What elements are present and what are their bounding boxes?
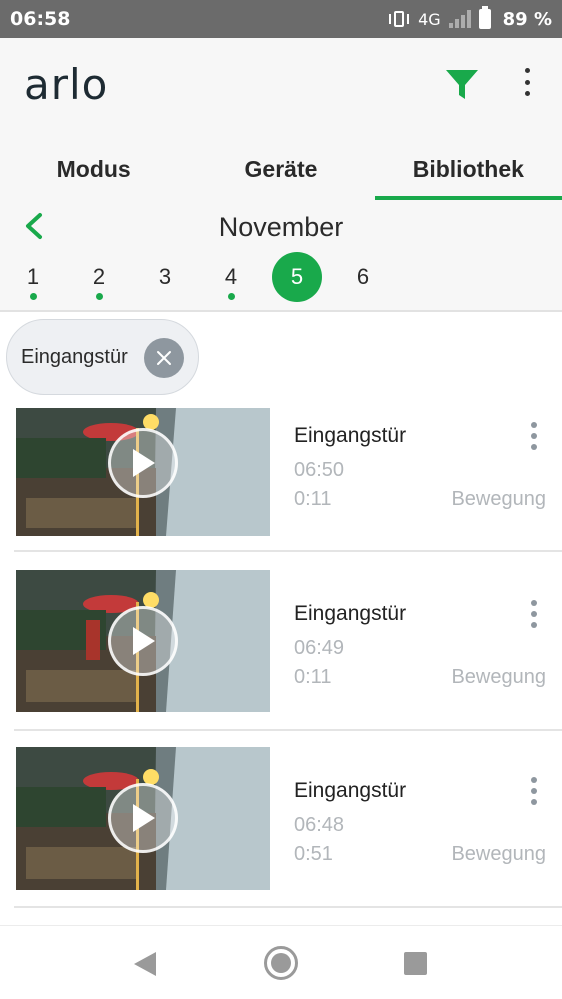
clip-type: Bewegung — [451, 843, 546, 865]
day-5[interactable]: 5 — [272, 252, 322, 302]
play-icon[interactable] — [108, 606, 178, 676]
clip-thumbnail[interactable] — [16, 408, 270, 536]
clip-duration: 0:11 — [294, 488, 332, 510]
day-3[interactable]: 3 — [140, 252, 190, 302]
system-nav-bar — [0, 925, 562, 999]
clip-time: 06:50 — [294, 459, 345, 481]
clip-duration: 0:51 — [294, 843, 333, 865]
divider — [14, 550, 562, 552]
day-1[interactable]: 1 — [8, 252, 58, 302]
tab-bar: Modus Geräte Bibliothek — [0, 138, 562, 200]
recording-dot — [30, 293, 37, 300]
day-label: 6 — [356, 264, 370, 289]
day-selector: 1 2 3 4 5 6 — [0, 252, 562, 304]
vibrate-icon — [388, 10, 410, 28]
day-6[interactable]: 6 — [338, 252, 388, 302]
network-type: 4G — [418, 9, 441, 29]
battery-icon — [478, 6, 491, 29]
day-label: 2 — [92, 264, 106, 289]
status-icons: 4G 89 % — [388, 6, 552, 30]
tab-bibliothek[interactable]: Bibliothek — [374, 138, 562, 200]
chip-label: Eingangstür — [21, 345, 128, 368]
divider — [14, 906, 562, 908]
day-label: 3 — [158, 264, 172, 289]
day-label: 1 — [26, 264, 40, 289]
day-label: 4 — [224, 264, 238, 289]
status-bar: 06:58 4G 89 % — [0, 0, 562, 38]
tab-modus[interactable]: Modus — [0, 138, 187, 200]
app-header: arlo Modus Geräte Bibliothek — [0, 38, 562, 200]
clip-thumbnail[interactable] — [16, 747, 270, 890]
month-title: November — [218, 212, 344, 242]
signal-icon — [448, 10, 471, 28]
clip-device-name: Eingangstür — [294, 602, 407, 625]
clip-thumbnail[interactable] — [16, 570, 270, 712]
nav-back-icon[interactable] — [134, 952, 156, 976]
day-label: 5 — [290, 264, 304, 289]
clip-more-icon[interactable] — [528, 422, 540, 450]
nav-recent-icon[interactable] — [404, 952, 427, 975]
clip-time: 06:49 — [294, 637, 345, 659]
recording-dot — [228, 293, 235, 300]
recording-dot — [96, 293, 103, 300]
clip-type: Bewegung — [451, 666, 546, 688]
clip-device-name: Eingangstür — [294, 779, 407, 802]
calendar-strip: November 1 2 3 4 5 6 — [0, 200, 562, 312]
device-filter-chip[interactable]: Eingangstür — [6, 319, 199, 395]
divider — [14, 729, 562, 731]
more-options-icon[interactable] — [518, 66, 536, 98]
nav-home-icon[interactable] — [264, 946, 298, 980]
filter-icon[interactable] — [444, 66, 480, 102]
status-time: 06:58 — [10, 8, 71, 30]
play-icon[interactable] — [108, 783, 178, 853]
arlo-logo: arlo — [24, 60, 109, 109]
clip-time: 06:48 — [294, 814, 345, 836]
day-2[interactable]: 2 — [74, 252, 124, 302]
day-4[interactable]: 4 — [206, 252, 256, 302]
clip-type: Bewegung — [451, 488, 546, 510]
clip-duration: 0:11 — [294, 666, 332, 688]
close-icon[interactable] — [144, 338, 184, 378]
clip-more-icon[interactable] — [528, 777, 540, 805]
clip-more-icon[interactable] — [528, 600, 540, 628]
tab-geraete[interactable]: Geräte — [187, 138, 374, 200]
play-icon[interactable] — [108, 428, 178, 498]
clip-device-name: Eingangstür — [294, 424, 407, 447]
battery-percent: 89 % — [502, 8, 552, 30]
